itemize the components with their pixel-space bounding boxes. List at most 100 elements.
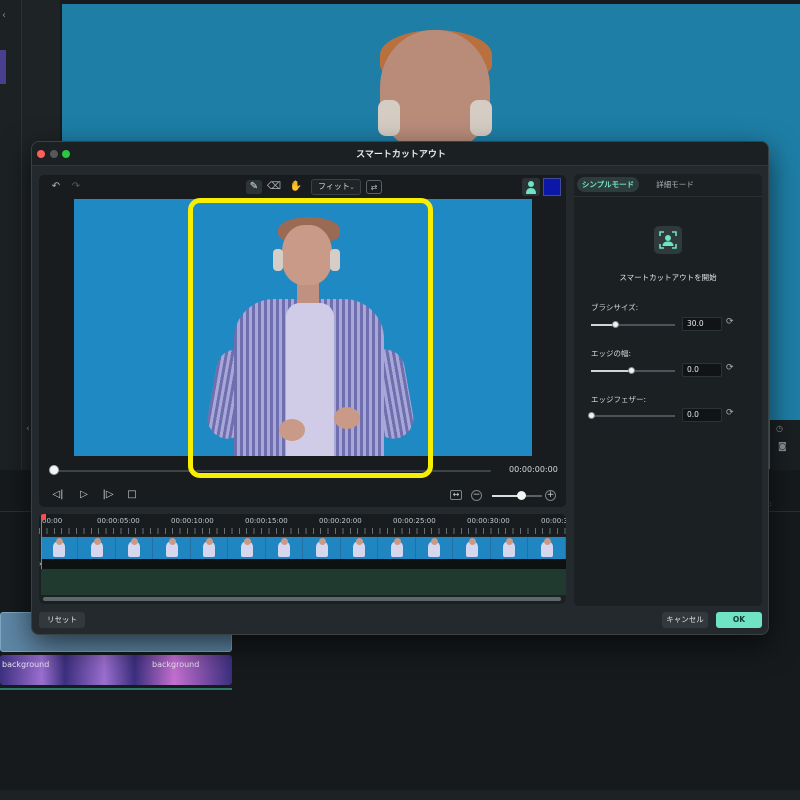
filmstrip-frame <box>379 537 416 559</box>
edge-width-label: エッジの幅: <box>591 349 632 358</box>
filmstrip-frame <box>491 537 528 559</box>
fit-label: フィット <box>318 182 350 191</box>
playhead-cap[interactable] <box>41 514 46 520</box>
zoom-in-icon[interactable]: + <box>545 490 556 501</box>
timeline-ruler[interactable]: 00:00 00:00:05:00 00:00:10:00 00:00:15:0… <box>39 514 566 536</box>
timeline-ticks <box>39 528 566 534</box>
tab-simple-mode[interactable]: シンプルモード <box>577 177 639 192</box>
panel-divider <box>574 196 762 197</box>
frame-subject-head <box>93 538 101 545</box>
bg-clip-label: background <box>2 660 50 669</box>
play-icon[interactable]: ▷ <box>77 489 91 501</box>
subject-neck <box>297 283 319 303</box>
bg-camera-icon[interactable]: ◙ <box>778 442 787 452</box>
subject-headphone-right <box>330 249 340 271</box>
edge-width-input[interactable]: 0.0 <box>682 363 722 377</box>
cutout-editor: ↶ ↷ ✎ ⌫ ✋ フィット ⌄ ⇄ 00:00:00:00 ◁| ▷ |▷ □… <box>39 175 566 507</box>
brush-size-input[interactable]: 30.0 <box>682 317 722 331</box>
frame-subject-head <box>393 538 401 545</box>
frame-subject-head <box>243 538 251 545</box>
subject-hand-right <box>334 407 360 429</box>
tab-detail-mode[interactable]: 詳細モード <box>645 177 705 192</box>
tick-label: 00:00:15:00 <box>245 517 288 525</box>
person-icon <box>526 181 536 194</box>
bg-clock-icon[interactable]: ◷ <box>776 424 783 433</box>
edge-feather-input[interactable]: 0.0 <box>682 408 722 422</box>
tick-label: 00:00:3 <box>541 517 566 525</box>
frame-subject-head <box>318 538 326 545</box>
filmstrip-frame <box>79 537 116 559</box>
zoom-slider-fill <box>492 495 520 497</box>
mask-track[interactable] <box>41 569 566 595</box>
smart-cutout-dialog: スマートカットアウト ↶ ↷ ✎ ⌫ ✋ フィット ⌄ ⇄ 00:00:00:0… <box>31 141 769 635</box>
subject-face <box>282 225 332 285</box>
brush-size-label: ブラシサイズ: <box>591 303 639 312</box>
smart-cutout-start-label: スマートカットアウトを開始 <box>619 273 717 282</box>
chevron-left-icon[interactable]: ‹ <box>2 10 6 21</box>
previous-frame-icon[interactable]: ◁| <box>51 489 65 501</box>
swap-icon[interactable]: ⇄ <box>366 180 382 194</box>
timecode: 00:00:00:00 <box>509 465 558 474</box>
smart-cutout-start-button[interactable] <box>654 226 682 254</box>
background-color-swatch[interactable] <box>543 178 561 196</box>
filmstrip-frame <box>41 537 78 559</box>
next-frame-icon[interactable]: |▷ <box>101 489 115 501</box>
dialog-titlebar: スマートカットアウト <box>32 142 768 166</box>
frame-subject-head <box>168 538 176 545</box>
dialog-title: スマートカットアウト <box>356 150 446 160</box>
timeline-scrollbar[interactable] <box>43 597 561 601</box>
playback-scrubber[interactable] <box>53 470 491 472</box>
undo-icon[interactable]: ↶ <box>49 180 63 194</box>
stop-icon[interactable]: □ <box>125 489 139 501</box>
edge-feather-label: エッジフェザー: <box>591 395 647 404</box>
chevron-down-icon: ⌄ <box>349 183 355 191</box>
person-view-button[interactable] <box>522 178 540 196</box>
subject-headphone-left <box>273 249 283 271</box>
filmstrip-frame <box>416 537 453 559</box>
filmstrip-frame <box>229 537 266 559</box>
bg-media-thumb[interactable] <box>0 50 6 84</box>
reset-icon[interactable]: ⟳ <box>726 408 734 418</box>
edge-width-fill <box>591 370 631 372</box>
scrubber-handle[interactable] <box>49 465 59 475</box>
bg-scrollbar[interactable] <box>0 790 800 800</box>
filmstrip-frame <box>341 537 378 559</box>
preview-canvas[interactable] <box>74 199 532 456</box>
filmstrip-frame <box>116 537 153 559</box>
reset-icon[interactable]: ⟳ <box>726 363 734 373</box>
bg-left-panel: ‹ <box>0 0 22 470</box>
brush-size-handle[interactable] <box>612 321 619 328</box>
cutout-timeline[interactable]: 00:00 00:00:05:00 00:00:10:00 00:00:15:0… <box>39 514 566 604</box>
filmstrip-frame <box>191 537 228 559</box>
edge-feather-handle[interactable] <box>588 412 595 419</box>
frame-subject-head <box>281 538 288 545</box>
redo-icon[interactable]: ↷ <box>69 180 83 194</box>
person-focus-icon <box>659 231 677 249</box>
edge-width-handle[interactable] <box>628 367 635 374</box>
fit-zoom-icon[interactable]: ↔ <box>450 490 462 500</box>
hand-icon[interactable]: ✋ <box>288 180 304 194</box>
reset-icon[interactable]: ⟳ <box>726 317 734 327</box>
reset-button[interactable]: リセット <box>39 612 85 628</box>
bg-collapse-icon[interactable]: ‹ <box>26 424 30 434</box>
frame-subject-head <box>431 538 438 545</box>
eraser-icon[interactable]: ⌫ <box>266 180 282 194</box>
brush-icon[interactable]: ✎ <box>246 180 262 194</box>
zoom-out-icon[interactable]: − <box>471 490 482 501</box>
filmstrip-frame <box>154 537 191 559</box>
timeline-band <box>41 559 566 569</box>
fit-dropdown[interactable]: フィット ⌄ <box>311 179 361 195</box>
tick-label: 00:00:30:00 <box>467 517 510 525</box>
frame-subject-head <box>543 538 551 545</box>
frame-subject-head <box>356 538 363 545</box>
settings-panel: シンプルモード 詳細モード スマートカットアウトを開始 ブラシサイズ: 30.0… <box>574 174 762 606</box>
edge-feather-slider[interactable] <box>591 415 675 417</box>
bg-track-line <box>0 688 232 690</box>
tick-label: 00:00:20:00 <box>319 517 362 525</box>
tick-label: 00:00:25:00 <box>393 517 436 525</box>
zoom-slider-handle[interactable] <box>517 491 526 500</box>
ok-button[interactable]: OK <box>716 612 762 628</box>
timeline-playhead[interactable] <box>41 514 46 569</box>
cancel-button[interactable]: キャンセル <box>662 612 708 628</box>
bg-clip-label: background <box>152 660 200 669</box>
